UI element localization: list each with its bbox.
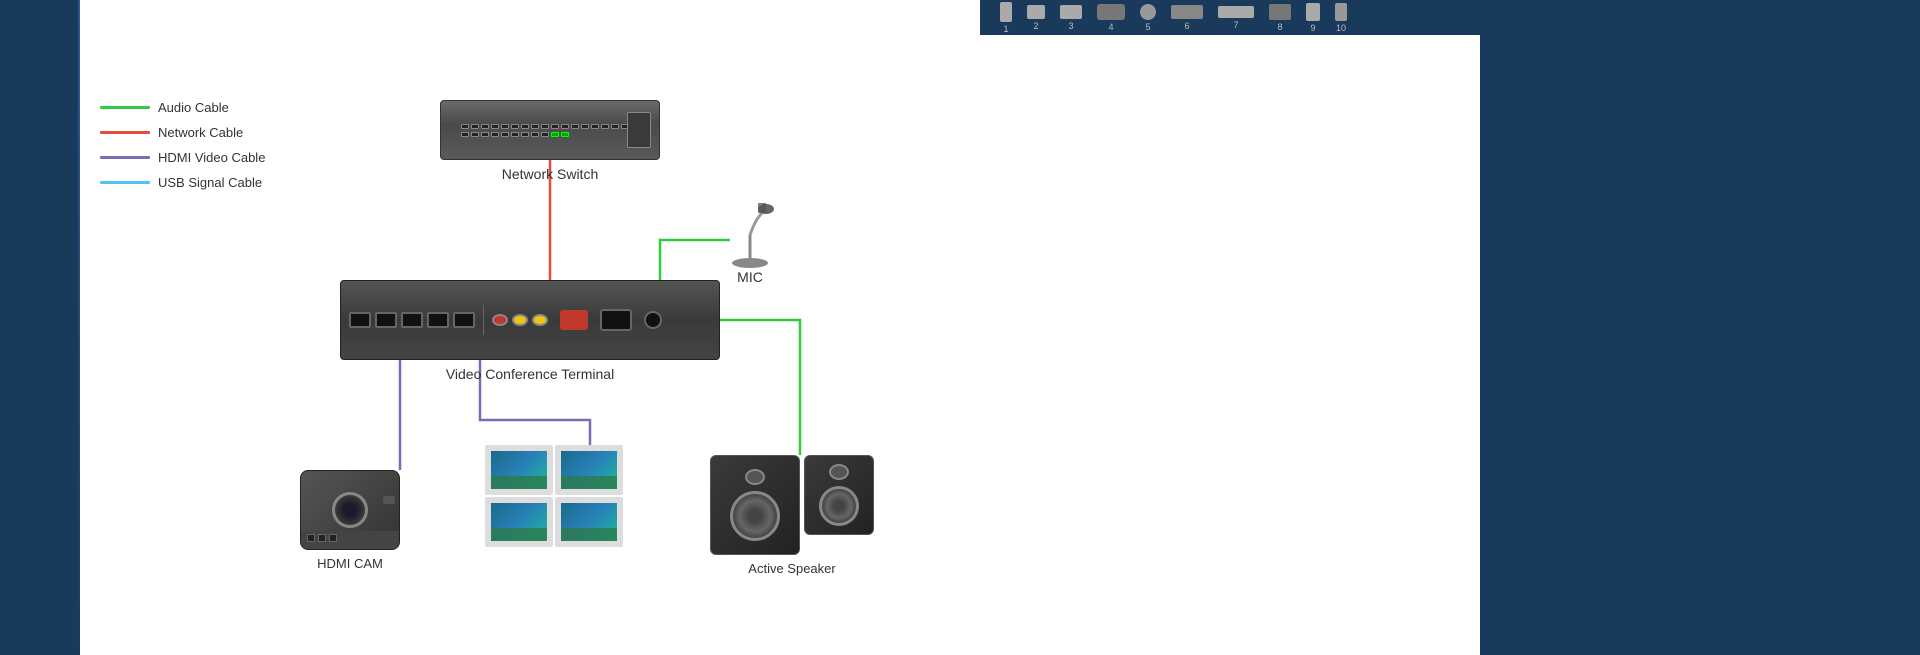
- network-switch-image: [440, 100, 660, 160]
- usb-cable-label: USB Signal Cable: [158, 175, 262, 190]
- top-device-2: 2: [1027, 5, 1045, 31]
- network-cable-label: Network Cable: [158, 125, 243, 140]
- legend-usb-cable: USB Signal Cable: [100, 175, 265, 190]
- legend-network-cable: Network Cable: [100, 125, 265, 140]
- legend-hdmi-cable: HDMI Video Cable: [100, 150, 265, 165]
- main-content: 1 2 3 4 5 6 7 8: [80, 0, 1480, 655]
- display-image: [485, 445, 623, 547]
- top-device-6: 6: [1171, 5, 1203, 31]
- hdmi-cam-label: HDMI CAM: [300, 556, 400, 571]
- top-device-5: 5: [1140, 4, 1156, 32]
- hdmi-cable-label: HDMI Video Cable: [158, 150, 265, 165]
- mic-device: MIC: [720, 195, 780, 285]
- audio-cable-line: [100, 106, 150, 109]
- speaker-image: [710, 455, 874, 555]
- active-speaker-device: Active Speaker: [710, 455, 874, 576]
- network-cable-line: [100, 131, 150, 134]
- top-device-4: 4: [1097, 4, 1125, 32]
- display-device: [485, 445, 623, 547]
- cam-image: [300, 470, 400, 550]
- hdmi-cam-device: HDMI CAM: [300, 470, 400, 571]
- mic-image: [720, 195, 780, 265]
- top-device-3: 3: [1060, 5, 1082, 31]
- vct-device: Video Conference Terminal: [340, 280, 720, 382]
- legend: Audio Cable Network Cable HDMI Video Cab…: [100, 100, 265, 190]
- top-icon-bar: 1 2 3 4 5 6 7 8: [980, 0, 1480, 35]
- legend-audio-cable: Audio Cable: [100, 100, 265, 115]
- right-panel: [1500, 0, 1920, 655]
- top-device-8: 8: [1269, 4, 1291, 32]
- network-switch: Network Switch: [440, 100, 660, 182]
- diagram: Network Switch: [280, 40, 1280, 640]
- active-speaker-label: Active Speaker: [710, 561, 874, 576]
- hdmi-cable-line: [100, 156, 150, 159]
- network-switch-label: Network Switch: [440, 166, 660, 182]
- top-device-10: 10: [1335, 3, 1347, 33]
- audio-cable-label: Audio Cable: [158, 100, 229, 115]
- mic-label: MIC: [720, 269, 780, 285]
- top-device-9: 9: [1306, 3, 1320, 33]
- usb-cable-line: [100, 181, 150, 184]
- top-device-1: 1: [1000, 2, 1012, 34]
- top-device-7: 7: [1218, 6, 1254, 30]
- vct-label: Video Conference Terminal: [340, 366, 720, 382]
- vct-image: [340, 280, 720, 360]
